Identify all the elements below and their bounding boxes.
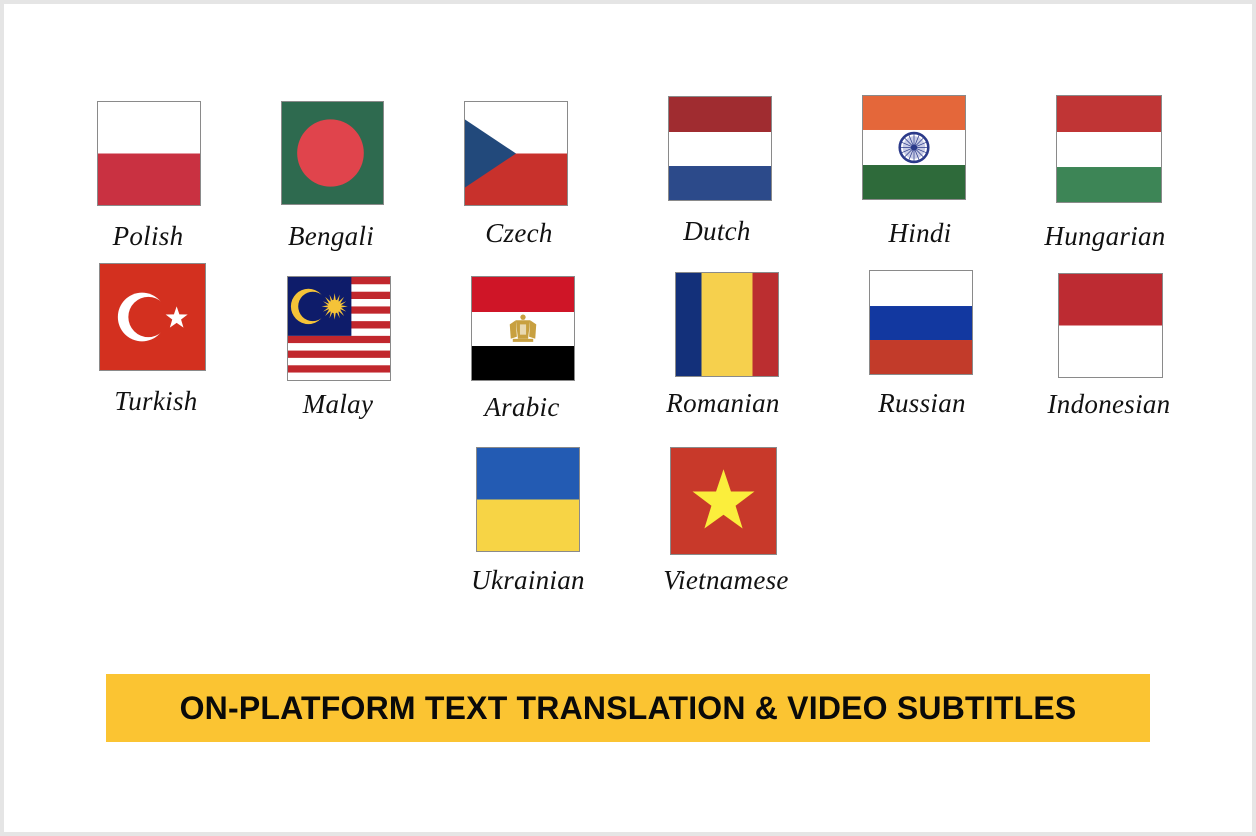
language-label-czech: Czech [485, 218, 553, 248]
egypt-flag-icon [471, 276, 575, 381]
poland-flag-icon [97, 101, 201, 206]
language-label-russian: Russian [878, 388, 966, 418]
page-canvas: Polish Bengali Czech Dutch Hindi Hungari… [4, 4, 1252, 832]
indonesia-flag-icon [1058, 273, 1163, 378]
language-label-polish: Polish [112, 221, 184, 251]
language-label-bengali: Bengali [287, 221, 375, 251]
malaysia-flag-icon [287, 276, 391, 381]
india-flag-icon [862, 95, 966, 200]
hungary-flag-icon [1056, 95, 1162, 203]
language-label-turkish: Turkish [114, 386, 198, 416]
language-label-malay: Malay [302, 389, 374, 419]
language-label-vietnamese: Vietnamese [663, 565, 789, 595]
bangladesh-flag-icon [281, 101, 384, 205]
language-label-hindi: Hindi [888, 218, 952, 248]
language-label-arabic: Arabic [484, 392, 560, 422]
language-label-romanian: Romanian [666, 388, 780, 418]
title-banner: ON-PLATFORM TEXT TRANSLATION & VIDEO SUB… [106, 674, 1150, 742]
language-label-ukrainian: Ukrainian [471, 565, 585, 595]
russia-flag-icon [869, 270, 973, 375]
romania-flag-icon [675, 272, 779, 377]
vietnam-flag-icon [670, 447, 777, 555]
turkey-flag-icon [99, 263, 206, 371]
language-label-indonesian: Indonesian [1047, 389, 1171, 419]
language-label-dutch: Dutch [683, 216, 751, 246]
czech-flag-icon [464, 101, 568, 206]
banner-title: ON-PLATFORM TEXT TRANSLATION & VIDEO SUB… [179, 689, 1077, 726]
netherlands-flag-icon [668, 96, 772, 201]
ukraine-flag-icon [476, 447, 580, 552]
language-label-hungarian: Hungarian [1044, 221, 1166, 251]
